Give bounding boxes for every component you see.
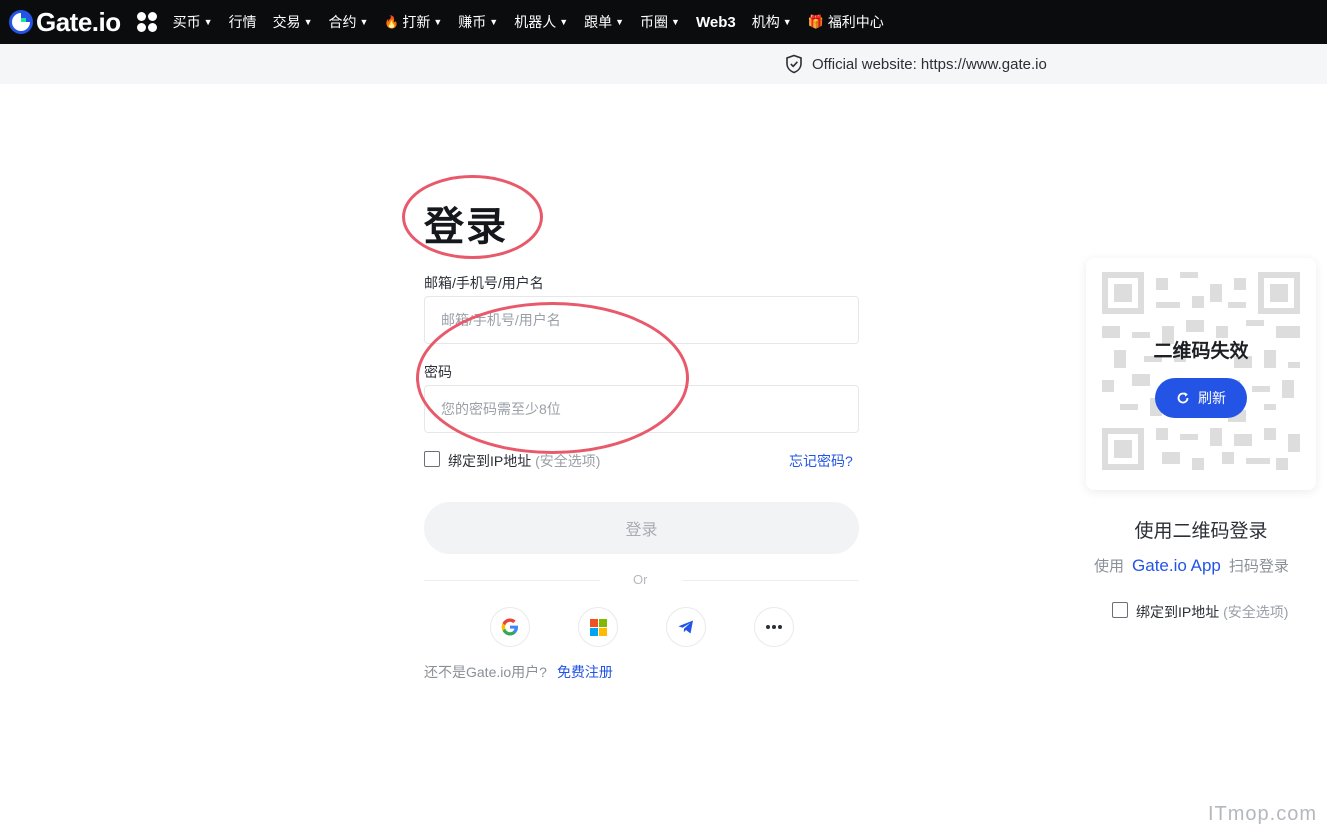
- nav-item-11[interactable]: 🎁 福利中心: [808, 12, 884, 32]
- qr-refresh-button[interactable]: 刷新: [1155, 378, 1247, 418]
- google-login-button[interactable]: [490, 607, 530, 647]
- nav-item-label: 跟单: [584, 14, 613, 30]
- gate-app-link[interactable]: Gate.io App: [1132, 556, 1221, 575]
- nav-item-0[interactable]: 买币 ▼: [173, 12, 213, 32]
- nav-item-label: 币圈: [640, 14, 669, 30]
- gate-logo-icon: [8, 9, 34, 35]
- top-nav: Gate.io 买币 ▼ 行情 交易 ▼ 合约 ▼ 🔥 打新 ▼ 赚币 ▼ 机器人 ▼ 跟单 ▼ 币圈 ▼ Web3…: [0, 0, 1327, 44]
- caret-down-icon: ▼: [559, 17, 569, 27]
- caret-down-icon: ▼: [203, 17, 213, 27]
- nav-item-9[interactable]: Web3: [696, 14, 736, 31]
- account-input[interactable]: [424, 296, 859, 344]
- more-login-options-button[interactable]: [754, 607, 794, 647]
- caret-down-icon: ▼: [782, 17, 792, 27]
- caret-down-icon: ▼: [615, 17, 625, 27]
- qr-login-title: 使用二维码登录: [1134, 521, 1268, 542]
- qr-bind-ip-note: (安全选项): [1223, 604, 1289, 620]
- password-label: 密码: [424, 364, 452, 380]
- qr-expired-text: 二维码失效: [1153, 341, 1249, 362]
- telegram-icon: [678, 620, 693, 634]
- nav-item-3[interactable]: 合约 ▼: [328, 12, 368, 32]
- nav-menu: 买币 ▼ 行情 交易 ▼ 合约 ▼ 🔥 打新 ▼ 赚币 ▼ 机器人 ▼ 跟单 ▼ 币圈 ▼ Web3 机构 ▼ 🎁 福利中心: [173, 12, 900, 32]
- caret-down-icon: ▼: [433, 17, 443, 27]
- nav-item-label: 交易: [272, 14, 301, 30]
- more-icon: [766, 625, 782, 629]
- nav-item-2[interactable]: 交易 ▼: [273, 12, 313, 32]
- nav-item-label: 赚币: [458, 14, 487, 30]
- qr-login-subtitle: 使用 Gate.io App 扫码登录: [1094, 556, 1289, 575]
- shield-check-icon: [786, 54, 802, 74]
- login-button[interactable]: 登录: [424, 502, 859, 554]
- microsoft-login-button[interactable]: [578, 607, 618, 647]
- microsoft-icon: [589, 618, 607, 636]
- nav-item-label: 合约: [328, 14, 357, 30]
- brand-name: Gate.io: [36, 6, 121, 37]
- qr-code-image: [1102, 272, 1300, 470]
- caret-down-icon: ▼: [489, 17, 499, 27]
- nav-item-label: 机器人: [514, 14, 557, 30]
- nav-item-label: 打新: [402, 14, 431, 30]
- nav-item-label: 行情: [228, 14, 257, 30]
- official-website-text: Official website: https://www.gate.io: [812, 55, 1047, 73]
- divider-left: [424, 580, 600, 581]
- nav-item-4[interactable]: 🔥 打新 ▼: [384, 12, 442, 32]
- nav-item-7[interactable]: 跟单 ▼: [584, 12, 624, 32]
- signup-prompt: 还不是Gate.io用户? 免费注册: [424, 664, 613, 680]
- telegram-login-button[interactable]: [666, 607, 706, 647]
- brand-logo[interactable]: Gate.io: [8, 7, 121, 38]
- gift-icon: 🎁: [807, 14, 824, 29]
- qr-bind-ip-checkbox[interactable]: [1112, 602, 1128, 618]
- nav-item-1[interactable]: 行情: [229, 12, 257, 32]
- caret-down-icon: ▼: [359, 17, 369, 27]
- nav-item-label: 福利中心: [827, 14, 884, 30]
- bind-ip-checkbox[interactable]: [424, 451, 440, 467]
- caret-down-icon: ▼: [671, 17, 680, 27]
- fire-icon: 🔥: [384, 15, 400, 29]
- divider-right: [682, 580, 859, 581]
- nav-item-label: 买币: [172, 14, 201, 30]
- nav-item-label: 机构: [751, 14, 780, 30]
- qr-bind-ip-label: 绑定到IP地址 (安全选项): [1136, 604, 1289, 620]
- nav-item-6[interactable]: 机器人 ▼: [514, 12, 568, 32]
- refresh-icon: [1177, 392, 1189, 404]
- forgot-password-link[interactable]: 忘记密码?: [789, 451, 853, 471]
- password-input[interactable]: [424, 385, 859, 433]
- nav-item-label: Web3: [695, 13, 736, 31]
- or-separator: Or: [633, 572, 648, 587]
- nav-item-8[interactable]: 币圈 ▼: [640, 12, 680, 32]
- official-website-bar: Official website: https://www.gate.io: [0, 44, 1327, 84]
- bind-ip-label: 绑定到IP地址 (安全选项): [448, 453, 601, 469]
- caret-down-icon: ▼: [303, 17, 313, 27]
- apps-grid-icon[interactable]: [136, 12, 157, 32]
- watermark: ITmop.com: [1207, 803, 1317, 825]
- nav-item-5[interactable]: 赚币 ▼: [458, 12, 498, 32]
- qr-refresh-label: 刷新: [1198, 390, 1226, 406]
- page-title: 登录: [424, 205, 508, 249]
- google-icon: [501, 618, 518, 636]
- bind-ip-note: (安全选项): [535, 453, 601, 469]
- official-website-notice: Official website: https://www.gate.io: [784, 54, 1047, 74]
- qr-card: 二维码失效 刷新: [1086, 258, 1316, 490]
- signup-link[interactable]: 免费注册: [557, 664, 613, 680]
- account-label: 邮箱/手机号/用户名: [424, 275, 544, 291]
- nav-item-10[interactable]: 机构 ▼: [752, 12, 792, 32]
